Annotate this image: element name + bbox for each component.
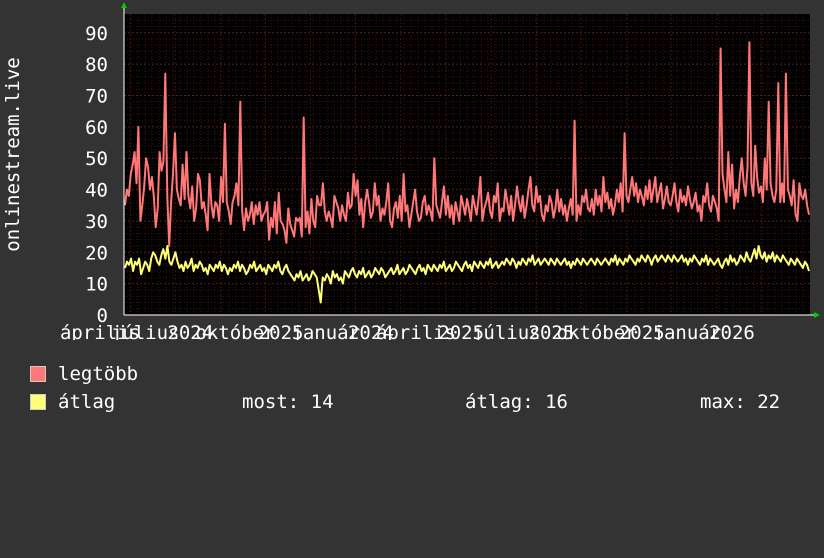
legtobb-label: legtöbb <box>58 363 139 385</box>
y-tick-label: 50 <box>85 148 108 170</box>
atlag-stat-value: 16 <box>545 391 568 413</box>
legend-item-legtobb: legtöbb <box>30 362 810 386</box>
y-axis-arrow <box>121 2 127 8</box>
y-tick-label: 30 <box>85 211 108 233</box>
y-axis-label: onlinestream.live <box>2 57 24 251</box>
y-tick-label: 10 <box>85 274 108 296</box>
y-tick-label: 20 <box>85 242 108 264</box>
max-stat-value: 22 <box>757 391 781 413</box>
chart-stage: 0 10 20 30 40 50 60 70 80 90 április július 2024 októ… <box>0 0 824 430</box>
y-tick-label: 80 <box>85 54 108 76</box>
most-stat: most: 14 <box>242 390 334 414</box>
legend-item-atlag: átlag most: 14 átlag: 16 max: 22 <box>30 390 810 414</box>
atlag-stat-label: átlag: <box>465 391 534 413</box>
y-tick-label: 60 <box>85 117 108 139</box>
most-stat-value: 14 <box>310 391 334 413</box>
max-stat: max: 22 <box>700 390 780 414</box>
legtobb-swatch <box>30 366 46 382</box>
x-axis-arrow <box>814 312 820 318</box>
y-tick-label: 90 <box>85 23 108 45</box>
line-chart: 0102030405060708090áprilisjúlius2024októ… <box>2 2 820 340</box>
x-tick-label: 2026 <box>709 322 755 340</box>
y-tick-label: 70 <box>85 86 108 108</box>
atlag-swatch <box>30 394 46 410</box>
max-stat-label: max: <box>700 391 746 413</box>
most-stat-label: most: <box>242 391 300 413</box>
atlag-stat: átlag: 16 <box>465 390 568 414</box>
y-tick-label: 40 <box>85 180 108 202</box>
atlag-label: átlag <box>58 391 116 413</box>
